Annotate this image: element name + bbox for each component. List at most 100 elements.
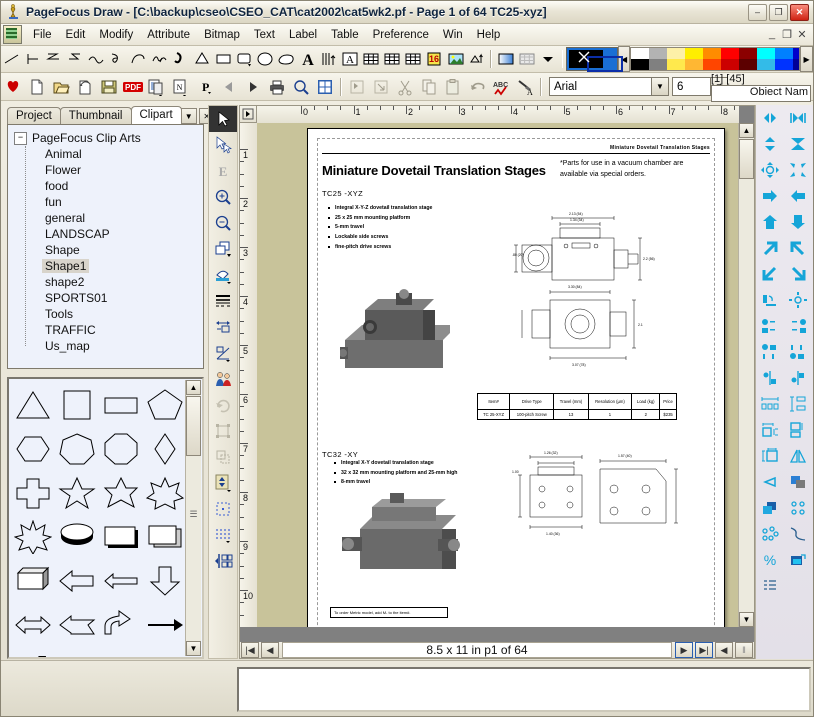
center-vertical-nodes-icon[interactable] [756, 365, 784, 391]
tree-item-shape2[interactable]: shape2 [32, 274, 203, 290]
scroll-down-button[interactable]: ▼ [186, 641, 201, 656]
minimize-button[interactable]: – [748, 3, 767, 21]
palette-column[interactable] [739, 48, 758, 70]
tree-item-landscap[interactable]: LANDSCAP [32, 226, 203, 242]
scroll-up-button[interactable]: ▲ [186, 380, 201, 395]
octagon-shape[interactable] [99, 427, 143, 471]
palette-column[interactable] [649, 48, 668, 70]
align-collapse-vertical-icon[interactable] [784, 131, 812, 157]
tab-thumbnail[interactable]: Thumbnail [59, 107, 132, 124]
prev-page-button[interactable] [217, 75, 241, 99]
pattern-fill-tool[interactable] [516, 47, 537, 71]
tree-item-food[interactable]: food [32, 178, 203, 194]
move-left-icon[interactable] [784, 183, 812, 209]
tab-clipart[interactable]: Clipart [130, 106, 182, 124]
palette-column[interactable] [667, 48, 686, 70]
fill-color-tool[interactable] [209, 262, 237, 288]
curve-tool[interactable] [86, 47, 107, 71]
menu-item-label[interactable]: Label [282, 27, 324, 43]
distribute-centers-icon[interactable] [784, 287, 812, 313]
canvas-scroll-up-button[interactable]: ▲ [739, 123, 754, 138]
next-page-button[interactable] [241, 75, 265, 99]
dropdown-more-tool[interactable] [537, 47, 558, 71]
move-right-icon[interactable] [756, 183, 784, 209]
palette-column[interactable] [775, 48, 794, 70]
text-columns-tool[interactable] [318, 47, 339, 71]
format-painter-button[interactable]: A [513, 75, 537, 99]
send-to-back-icon[interactable] [756, 495, 784, 521]
rectangle-shape[interactable] [99, 383, 143, 427]
arrow-double-horizontal-shape[interactable] [11, 603, 55, 647]
palette-column[interactable] [721, 48, 740, 70]
align-right-nodes-icon[interactable] [784, 313, 812, 339]
arrow-double-line-shape[interactable] [55, 647, 99, 657]
panel-toggle-tool[interactable] [209, 548, 237, 574]
menu-item-edit[interactable]: Edit [59, 27, 93, 43]
bezier-tool[interactable] [107, 47, 128, 71]
canvas-scroll-down-button[interactable]: ▼ [739, 612, 754, 627]
page-layout-button[interactable] [313, 75, 337, 99]
rounded-rectangle-tool[interactable] [234, 47, 255, 71]
hexagon-shape[interactable] [11, 427, 55, 471]
align-vertical-icon[interactable] [756, 131, 784, 157]
star7-shape[interactable] [143, 471, 187, 515]
select-arrow-tool[interactable] [209, 106, 237, 132]
favorite-button[interactable] [1, 75, 25, 99]
star6-shape[interactable] [99, 471, 143, 515]
close-button[interactable]: ✕ [790, 3, 809, 21]
diamond-shape[interactable] [143, 427, 187, 471]
open-button[interactable] [49, 75, 73, 99]
pentagon-shape[interactable] [143, 383, 187, 427]
select-top-left-button[interactable] [345, 75, 369, 99]
palette-column[interactable] [703, 48, 722, 70]
text-frame-tool[interactable]: A [339, 47, 360, 71]
first-page-button[interactable]: |◀ [241, 642, 259, 658]
text-tool[interactable]: A [297, 47, 318, 71]
palette-column[interactable] [631, 48, 650, 70]
big-table-tool[interactable] [403, 47, 424, 71]
table-tool[interactable] [360, 47, 381, 71]
menu-item-win[interactable]: Win [436, 27, 470, 43]
align-horizontal-left-right-icon[interactable] [756, 105, 784, 131]
canvas-vertical-scrollbar[interactable]: ▲ ▼ [738, 123, 754, 627]
page-canvas[interactable]: Miniature Dovetail Translation Stages Mi… [257, 123, 739, 627]
size-equal-height-icon[interactable] [784, 417, 812, 443]
tree-item-us-map[interactable]: Us_map [32, 338, 203, 354]
select-bottom-right-button[interactable] [369, 75, 393, 99]
edit-text-tool[interactable]: E [209, 158, 237, 184]
arrow-chevron-left-shape[interactable] [55, 603, 99, 647]
closed-curve-tool[interactable] [276, 47, 297, 71]
paste-button[interactable] [441, 75, 465, 99]
menu-item-file[interactable]: File [26, 27, 59, 43]
clipart-tree[interactable]: − PageFocus Clip Arts Animal Flower food… [7, 124, 204, 369]
chevron-down-icon[interactable]: ▼ [651, 78, 668, 95]
multi-select-tool[interactable] [209, 132, 237, 158]
ungroup-tool[interactable] [209, 444, 237, 470]
ellipse-tool[interactable] [255, 47, 276, 71]
clipart-tool[interactable] [209, 366, 237, 392]
group-tool[interactable] [209, 418, 237, 444]
freehand-tool[interactable] [170, 47, 191, 71]
image-tool[interactable] [445, 47, 466, 71]
palette-column[interactable] [793, 48, 800, 70]
tree-item-sports01[interactable]: SPORTS01 [32, 290, 203, 306]
print-preview-button[interactable]: P [193, 75, 217, 99]
import-button[interactable] [73, 75, 97, 99]
clipart-shape-gallery[interactable]: ▲ ☰ ▼ [7, 377, 204, 659]
align-top-nodes-icon[interactable] [756, 339, 784, 365]
align-text-lines-icon[interactable] [756, 573, 784, 599]
doc-restore-button[interactable]: ❐ [780, 28, 794, 41]
tree-item-shape[interactable]: Shape [32, 242, 203, 258]
size-equal-width-icon[interactable] [756, 417, 784, 443]
move-up-left-icon[interactable] [784, 235, 812, 261]
tree-item-shape1[interactable]: Shape1 [32, 258, 203, 274]
move-down-left-icon[interactable] [756, 261, 784, 287]
undo-button[interactable] [465, 75, 489, 99]
move-up-icon[interactable] [756, 209, 784, 235]
align-bottom-nodes-icon[interactable] [784, 339, 812, 365]
duplicate-tool[interactable] [209, 236, 237, 262]
contract-all-directions-icon[interactable] [784, 157, 812, 183]
copy-button[interactable] [417, 75, 441, 99]
star5-shape[interactable] [55, 471, 99, 515]
expand-all-directions-icon[interactable] [756, 157, 784, 183]
